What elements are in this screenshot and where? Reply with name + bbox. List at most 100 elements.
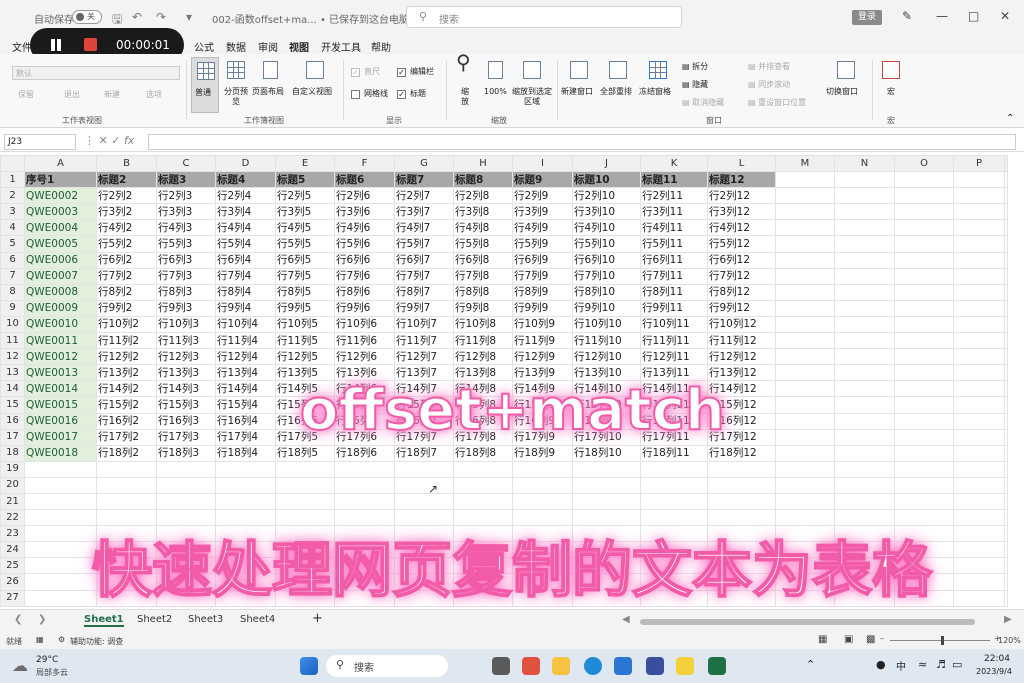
id-cell[interactable]: QWE0003 [24,203,97,221]
empty-cell[interactable] [894,428,954,446]
empty-cell[interactable] [707,460,776,478]
data-cell[interactable]: 行9列6 [334,299,395,317]
data-cell[interactable]: 行8列12 [707,283,776,301]
normal-view-status-icon[interactable]: ▦ [818,634,827,645]
ime-indicator[interactable]: 中 [896,658,906,673]
data-cell[interactable]: 行9列12 [707,299,776,317]
data-cell[interactable]: 行11列8 [453,332,513,350]
data-cell[interactable]: 行4列9 [512,219,573,237]
menu-developer[interactable]: 开发工具 [321,39,361,54]
select-all-corner[interactable] [0,155,25,173]
data-cell[interactable]: 行9列9 [512,299,573,317]
data-cell[interactable]: 行7列11 [640,267,708,285]
row-header[interactable]: 21 [0,492,25,511]
data-cell[interactable]: 行8列9 [512,283,573,301]
data-cell[interactable]: 行17列2 [96,428,157,446]
empty-cell[interactable] [1004,557,1008,575]
data-cell[interactable]: 行11列3 [156,332,216,350]
empty-cell[interactable] [894,476,954,494]
empty-cell[interactable] [707,476,776,494]
empty-cell[interactable] [775,476,835,494]
empty-cell[interactable] [775,396,835,414]
empty-cell[interactable] [453,492,513,511]
empty-cell[interactable] [1004,412,1008,430]
minimize-icon[interactable]: — [936,9,948,23]
accessibility-icon[interactable]: ⚙ [58,635,65,644]
empty-cell[interactable] [775,412,835,430]
empty-cell[interactable] [953,444,1005,462]
empty-cell[interactable] [96,492,157,511]
data-cell[interactable]: 行3列8 [453,203,513,221]
data-cell[interactable]: 行10列3 [156,315,216,334]
prev-sheet-icon[interactable]: ❮ [14,614,22,625]
empty-cell[interactable] [1004,492,1008,511]
undo-icon[interactable]: ↶ [132,10,142,24]
pen-icon[interactable]: ✎ [902,9,912,23]
headings-checkbox[interactable]: ✓ [397,90,406,99]
id-cell[interactable]: QWE0008 [24,283,97,301]
empty-cell[interactable] [775,460,835,478]
column-header[interactable]: O [894,155,954,173]
collapse-ribbon-icon[interactable]: ⌃ [1006,114,1014,124]
data-cell[interactable]: 行3列7 [394,203,454,221]
data-cell[interactable]: 行16列2 [96,412,157,430]
data-cell[interactable]: 行2列5 [275,187,335,205]
empty-cell[interactable] [334,476,395,494]
data-cell[interactable]: 行8列11 [640,283,708,301]
data-cell[interactable]: 行7列2 [96,267,157,285]
data-cell[interactable]: 行3列5 [275,203,335,221]
menu-data[interactable]: 数据 [226,39,246,54]
empty-cell[interactable] [334,492,395,511]
header-cell[interactable]: 序号1 [24,171,97,189]
empty-cell[interactable] [894,332,954,350]
empty-cell[interactable] [834,412,895,430]
data-cell[interactable]: 行3列6 [334,203,395,221]
empty-cell[interactable] [1004,299,1008,317]
data-cell[interactable]: 行5列7 [394,235,454,253]
data-cell[interactable]: 行17列3 [156,428,216,446]
empty-cell[interactable] [894,364,954,382]
data-cell[interactable]: 行12列2 [96,348,157,366]
empty-cell[interactable] [512,492,573,511]
next-sheet-icon[interactable]: ❯ [38,614,46,625]
empty-cell[interactable] [775,171,835,189]
data-cell[interactable]: 行5列5 [275,235,335,253]
data-cell[interactable]: 行16列4 [215,412,276,430]
data-cell[interactable]: 行10列5 [275,315,335,334]
empty-cell[interactable] [953,283,1005,301]
scroll-left-icon[interactable]: ◀ [622,614,630,625]
id-cell[interactable]: QWE0012 [24,348,97,366]
empty-cell[interactable] [572,492,641,511]
empty-cell[interactable] [894,283,954,301]
data-cell[interactable]: 行2列11 [640,187,708,205]
data-cell[interactable]: 行3列3 [156,203,216,221]
row-header[interactable]: 2 [0,187,25,205]
tab-sheet2[interactable]: Sheet2 [137,614,172,625]
empty-cell[interactable] [572,476,641,494]
data-cell[interactable]: 行12列7 [394,348,454,366]
search-box[interactable]: ⚲ 搜索 [406,6,682,28]
header-cell[interactable]: 标题8 [453,171,513,189]
empty-cell[interactable] [834,283,895,301]
empty-cell[interactable] [834,267,895,285]
empty-cell[interactable] [275,492,335,511]
scroll-right-icon[interactable]: ▶ [1004,614,1012,625]
empty-cell[interactable] [215,460,276,478]
data-cell[interactable]: 行11列9 [512,332,573,350]
id-cell[interactable]: QWE0010 [24,315,97,334]
row-header[interactable]: 16 [0,412,25,430]
data-cell[interactable]: 行3列9 [512,203,573,221]
empty-cell[interactable] [894,267,954,285]
empty-cell[interactable] [894,235,954,253]
row-header[interactable]: 14 [0,380,25,398]
row-header[interactable]: 26 [0,573,25,591]
empty-cell[interactable] [953,235,1005,253]
empty-cell[interactable] [953,203,1005,221]
empty-cell[interactable] [453,460,513,478]
data-cell[interactable]: 行13列2 [96,364,157,382]
empty-cell[interactable] [953,396,1005,414]
empty-cell[interactable] [894,444,954,462]
zoom-level[interactable]: 120% [998,636,1021,645]
data-cell[interactable]: 行12列4 [215,348,276,366]
header-cell[interactable]: 标题9 [512,171,573,189]
